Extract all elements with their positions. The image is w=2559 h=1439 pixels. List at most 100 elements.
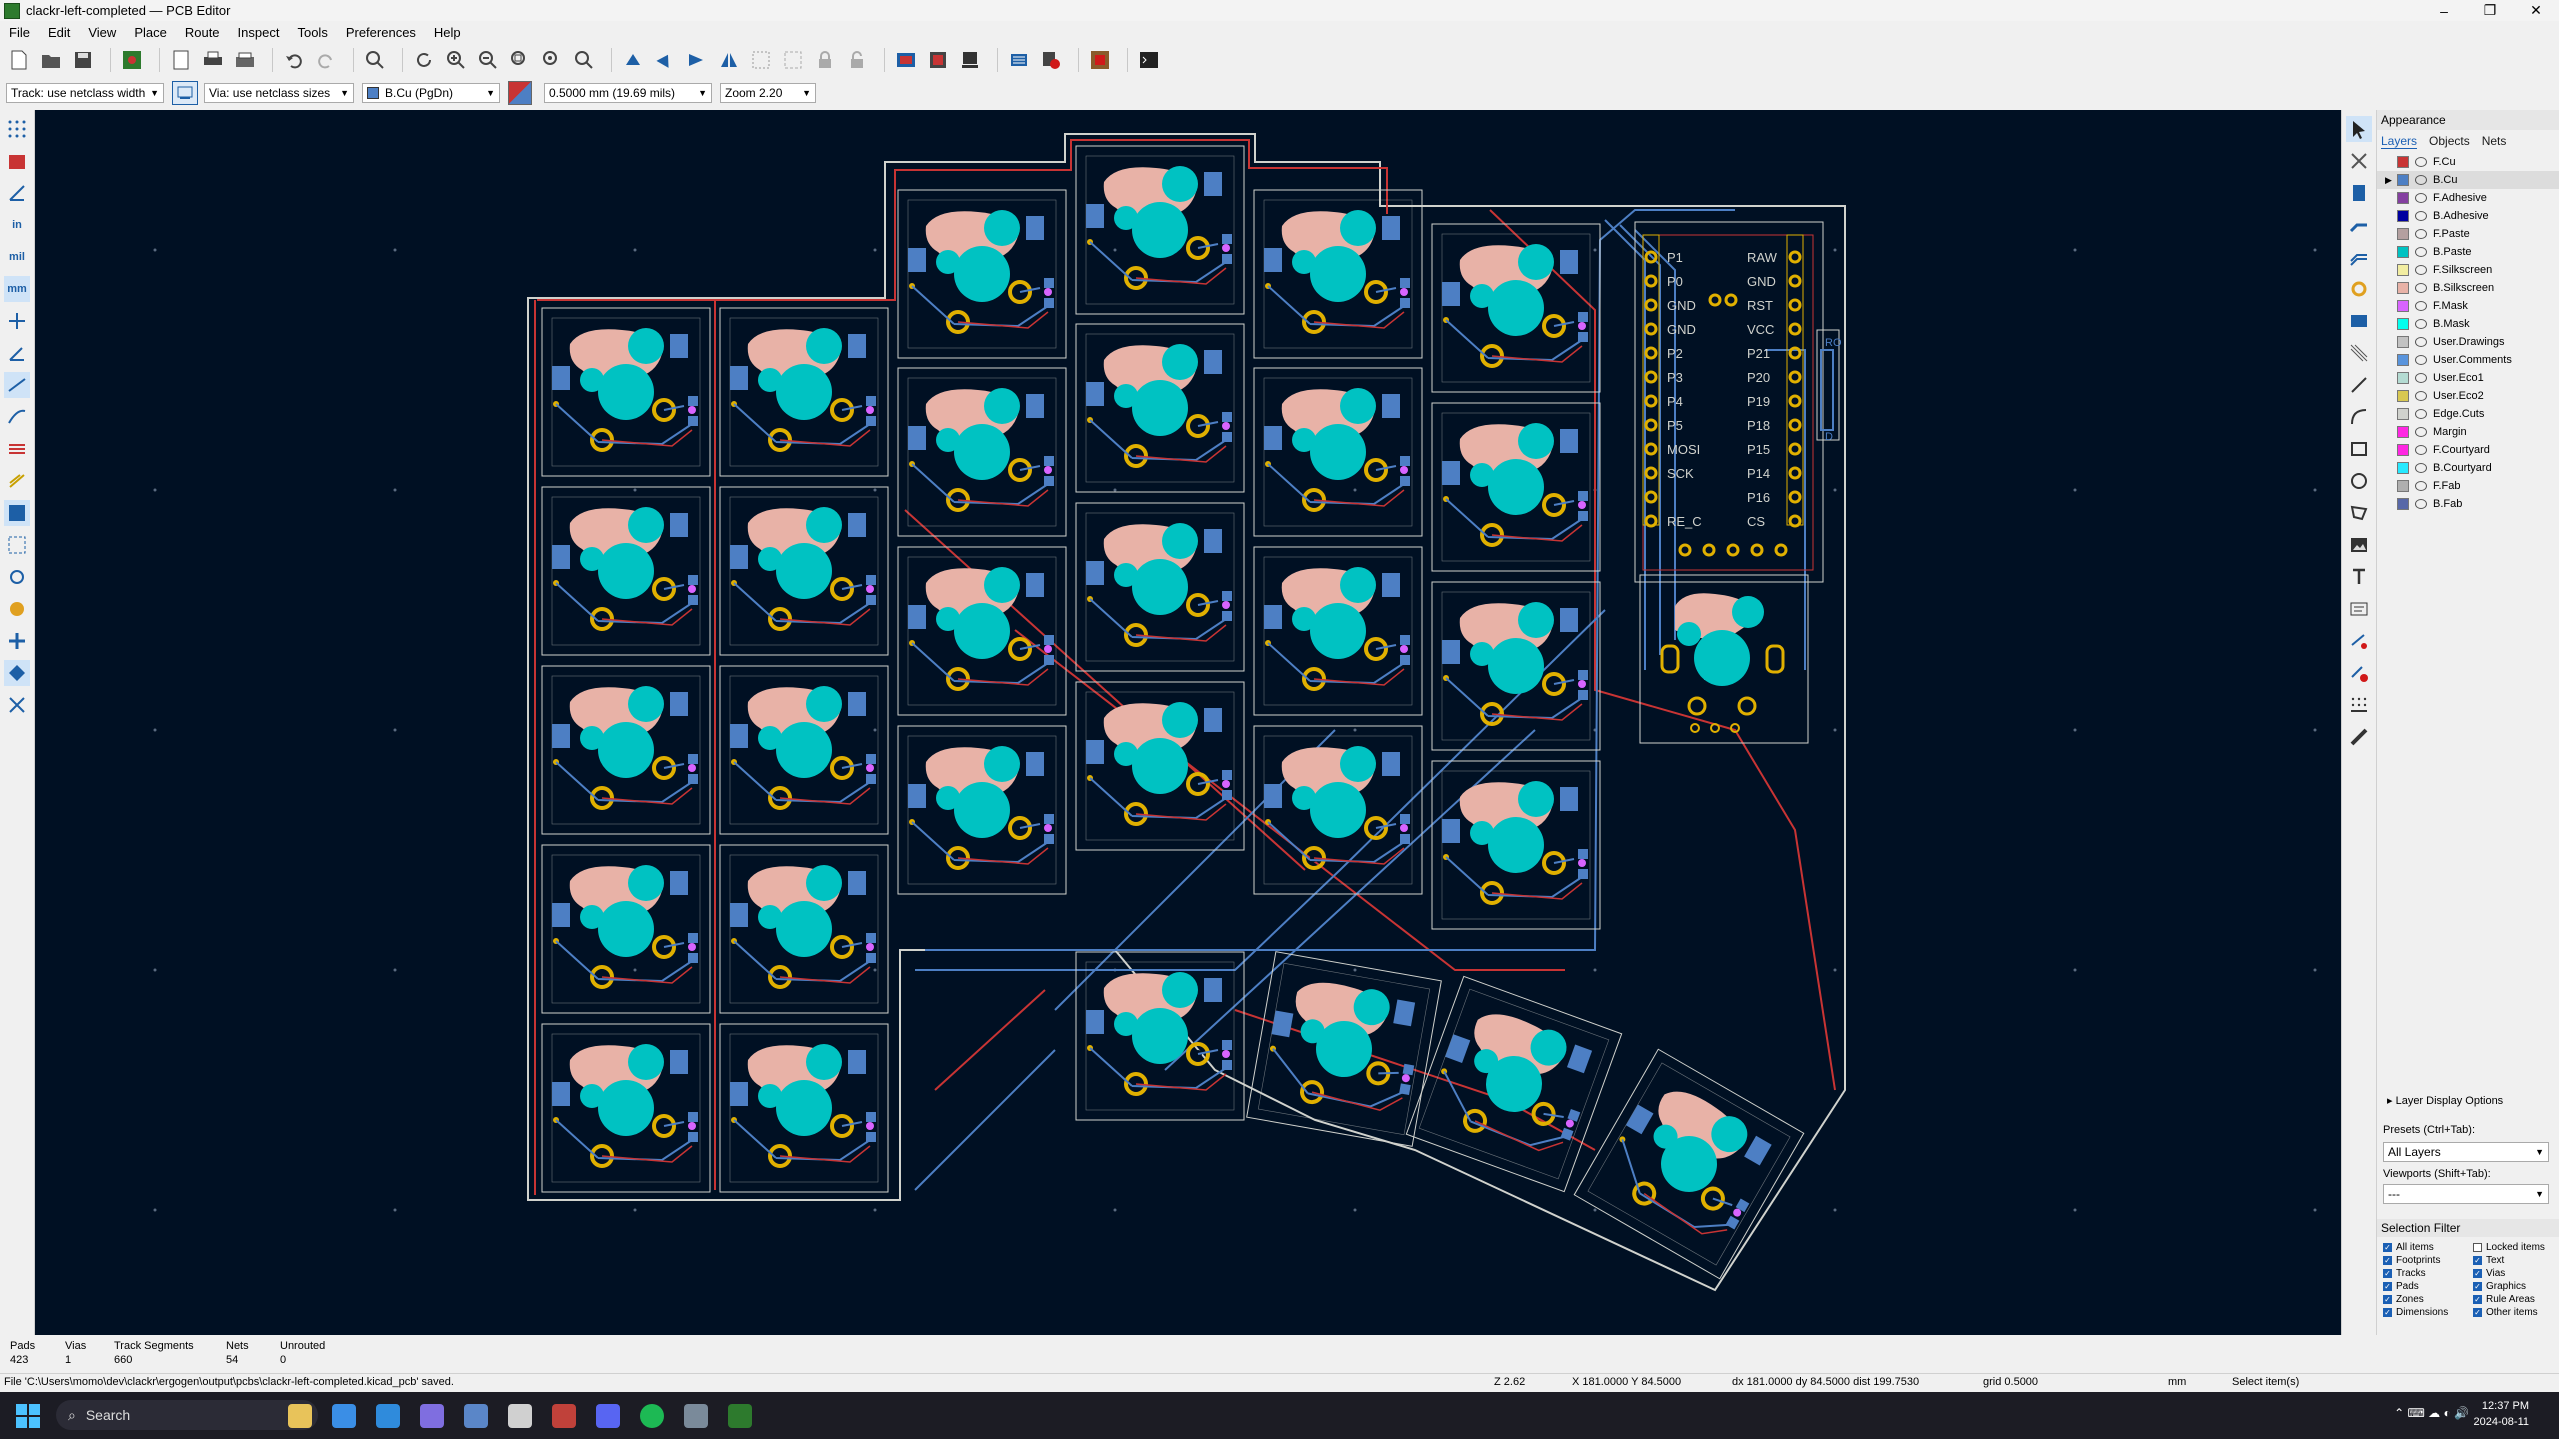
zoom-select[interactable]: Zoom 2.20 ▼	[720, 83, 816, 103]
layer-row[interactable]: B.Fab	[2377, 495, 2559, 513]
pcb-drawing[interactable]: P1 P0 GND GND P2 P3 P4 P5 MOSI SCK RE_C …	[35, 110, 2341, 1335]
menu-route[interactable]: Route	[176, 25, 229, 40]
app-icon[interactable]	[552, 1404, 576, 1428]
tab-layers[interactable]: Layers	[2381, 134, 2418, 149]
eye-icon[interactable]	[2415, 157, 2427, 167]
ungroup-icon[interactable]	[780, 47, 806, 73]
units-mil-button[interactable]: mil	[4, 244, 30, 270]
eye-icon[interactable]	[2415, 337, 2427, 347]
layer-row[interactable]: F.Adhesive	[2377, 189, 2559, 207]
add-via-icon[interactable]	[2346, 276, 2372, 302]
app-icon[interactable]	[684, 1404, 708, 1428]
selection-filter-item[interactable]: ✓ Other items	[2473, 1307, 2559, 1318]
menu-help[interactable]: Help	[425, 25, 470, 40]
draw-line-icon[interactable]	[2346, 372, 2372, 398]
menu-place[interactable]: Place	[125, 25, 176, 40]
ratsnest-icon[interactable]	[4, 372, 30, 398]
netlist-icon[interactable]	[893, 47, 919, 73]
layer-color-swatch[interactable]	[2397, 372, 2409, 384]
save-icon[interactable]	[70, 47, 96, 73]
zoom-in-icon[interactable]	[443, 47, 469, 73]
selection-filter-item[interactable]: ✓ Graphics	[2473, 1281, 2559, 1292]
eye-icon[interactable]	[2415, 391, 2427, 401]
store-icon[interactable]	[332, 1404, 356, 1428]
units-mm-button[interactable]: mm	[4, 276, 30, 302]
units-inch-button[interactable]: in	[4, 212, 30, 238]
eye-icon[interactable]	[2415, 211, 2427, 221]
zoom-out-icon[interactable]	[475, 47, 501, 73]
grid-toggle-icon[interactable]	[4, 116, 30, 142]
close-button[interactable]: ✕	[2513, 0, 2559, 21]
net-color-icon[interactable]	[4, 468, 30, 494]
add-footprint-icon[interactable]	[2346, 180, 2372, 206]
layer-color-swatch[interactable]	[2397, 390, 2409, 402]
layer-select[interactable]: B.Cu (PgDn) ▼	[362, 83, 500, 103]
eye-icon[interactable]	[2415, 355, 2427, 365]
selection-filter-item[interactable]: ✓ Zones	[2383, 1294, 2473, 1305]
selection-filter-item[interactable]: ✓ Tracks	[2383, 1268, 2473, 1279]
layer-color-swatch[interactable]	[2397, 462, 2409, 474]
via-display-icon[interactable]	[4, 564, 30, 590]
pcb-canvas[interactable]: P1 P0 GND GND P2 P3 P4 P5 MOSI SCK RE_C …	[35, 110, 2341, 1335]
eye-icon[interactable]	[2415, 319, 2427, 329]
layer-color-swatch[interactable]	[2397, 300, 2409, 312]
selection-filter-item[interactable]: ✓ Footprints	[2383, 1255, 2473, 1266]
add-dimension-icon[interactable]	[2346, 628, 2372, 654]
layer-color-swatch[interactable]	[2397, 354, 2409, 366]
viewports-select[interactable]: --- ▼	[2383, 1184, 2549, 1204]
flip-icon[interactable]	[684, 47, 710, 73]
eye-icon[interactable]	[2415, 283, 2427, 293]
layer-row[interactable]: B.Silkscreen	[2377, 279, 2559, 297]
grid-origin-icon[interactable]	[2346, 692, 2372, 718]
selection-filter-item[interactable]: ✓ Vias	[2473, 1268, 2559, 1279]
layer-row[interactable]: User.Eco1	[2377, 369, 2559, 387]
layer-color-swatch[interactable]	[2397, 210, 2409, 222]
eye-icon[interactable]	[2415, 193, 2427, 203]
checkbox[interactable]	[2473, 1243, 2482, 1252]
layer-row[interactable]: ▶ B.Cu	[2377, 171, 2559, 189]
app-icon[interactable]	[420, 1404, 444, 1428]
windows-start-icon[interactable]	[16, 1404, 40, 1428]
eye-icon[interactable]	[2415, 463, 2427, 473]
layer-color-swatch[interactable]	[2397, 192, 2409, 204]
layer-row[interactable]: User.Drawings	[2377, 333, 2559, 351]
properties-icon[interactable]	[4, 692, 30, 718]
layer-color-swatch[interactable]	[2397, 264, 2409, 276]
menu-preferences[interactable]: Preferences	[337, 25, 425, 40]
draw-rectangle-icon[interactable]	[2346, 436, 2372, 462]
track-width-select[interactable]: Track: use netclass width ▼	[6, 83, 164, 103]
layer-row[interactable]: B.Adhesive	[2377, 207, 2559, 225]
layer-color-swatch[interactable]	[2397, 228, 2409, 240]
drc-icon[interactable]	[1038, 47, 1064, 73]
grid-select[interactable]: 0.5000 mm (19.69 mils) ▼	[544, 83, 712, 103]
selection-filter-item[interactable]: ✓ Text	[2473, 1255, 2559, 1266]
eye-icon[interactable]	[2415, 175, 2427, 185]
eye-icon[interactable]	[2415, 247, 2427, 257]
layer-row[interactable]: F.Silkscreen	[2377, 261, 2559, 279]
vscode-icon[interactable]	[376, 1404, 400, 1428]
layer-row[interactable]: F.Paste	[2377, 225, 2559, 243]
layer-color-swatch[interactable]	[2397, 336, 2409, 348]
layer-color-swatch[interactable]	[2397, 444, 2409, 456]
checkbox[interactable]: ✓	[2383, 1308, 2392, 1317]
layer-row[interactable]: F.Courtyard	[2377, 441, 2559, 459]
minimize-button[interactable]: –	[2421, 0, 2467, 21]
select-tool-icon[interactable]	[2346, 116, 2372, 142]
spotify-icon[interactable]	[640, 1404, 664, 1428]
add-text-icon[interactable]	[2346, 564, 2372, 590]
checkbox[interactable]: ✓	[2383, 1256, 2392, 1265]
new-board-icon[interactable]	[6, 47, 32, 73]
selection-filter-item[interactable]: ✓ Rule Areas	[2473, 1294, 2559, 1305]
tab-objects[interactable]: Objects	[2429, 134, 2470, 149]
plot-icon[interactable]	[232, 47, 258, 73]
checkbox[interactable]: ✓	[2473, 1269, 2482, 1278]
file-explorer-icon[interactable]	[288, 1404, 312, 1428]
menu-view[interactable]: View	[79, 25, 125, 40]
route-diff-pair-icon[interactable]	[2346, 244, 2372, 270]
mirror-icon[interactable]	[716, 47, 742, 73]
zoom-objects-icon[interactable]	[539, 47, 565, 73]
layer-row[interactable]: B.Paste	[2377, 243, 2559, 261]
eye-icon[interactable]	[2415, 229, 2427, 239]
lock-icon[interactable]	[812, 47, 838, 73]
eye-icon[interactable]	[2415, 481, 2427, 491]
